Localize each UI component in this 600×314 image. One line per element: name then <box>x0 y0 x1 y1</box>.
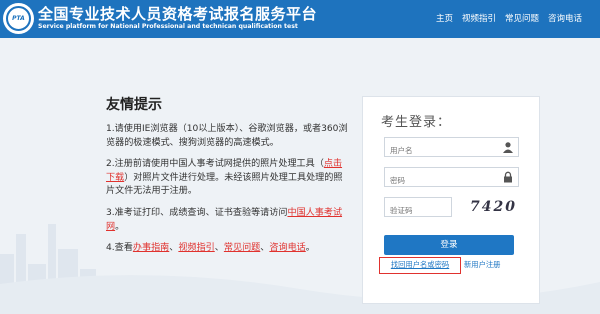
nav-video-guide[interactable]: 视频指引 <box>462 14 496 24</box>
notice-item-4-text: 4.查看 <box>106 243 133 254</box>
logo-text: PTA <box>12 15 25 22</box>
separator: 、 <box>214 243 224 254</box>
login-panel: 考生登录： 7420 登录 找回用户名或密码 新用户注册 <box>362 96 540 304</box>
find-username-password-link[interactable]: 找回用户名或密码 <box>379 257 461 274</box>
username-field[interactable] <box>384 137 519 160</box>
notice-item-2: 2.注册前请使用中国人事考试网提供的照片处理工具（点击下载）对照片文件进行处理。… <box>106 158 351 199</box>
notice-item-3-end: 。 <box>115 221 125 232</box>
notice-item-3: 3.准考证打印、成绩查询、证书查验等请访问中国人事考试网。 <box>106 207 351 234</box>
register-link[interactable]: 新用户注册 <box>464 260 500 270</box>
hotline-link[interactable]: 咨询电话 <box>269 243 305 253</box>
site-header: PTA 全国专业技术人员资格考试报名服务平台 Service platform … <box>0 0 600 38</box>
pta-logo: PTA <box>3 3 34 34</box>
nav-home[interactable]: 主页 <box>436 14 453 24</box>
separator: 、 <box>260 243 270 254</box>
notice-item-2-text-after: ）对照片文件进行处理。未经该照片处理工具处理的照片文件无法用于注册。 <box>106 172 343 197</box>
username-input[interactable] <box>385 141 518 160</box>
password-field[interactable] <box>384 167 519 190</box>
user-icon <box>503 142 513 153</box>
faq-link[interactable]: 常见问题 <box>224 243 260 253</box>
lock-icon <box>504 171 512 183</box>
notice-item-4: 4.查看办事指南、视频指引、常见问题、咨询电话。 <box>106 242 351 256</box>
captcha-row: 7420 <box>384 196 519 220</box>
notice-item-4-end: 。 <box>305 243 315 254</box>
login-button[interactable]: 登录 <box>384 235 514 255</box>
notice-item-3-text: 3.准考证打印、成绩查询、证书查验等请访问 <box>106 207 288 218</box>
nav-hotline[interactable]: 咨询电话 <box>548 14 582 24</box>
password-input[interactable] <box>385 171 518 190</box>
captcha-field[interactable] <box>384 197 452 220</box>
site-subtitle: Service platform for National Profession… <box>38 23 298 30</box>
site-title: 全国专业技术人员资格考试报名服务平台 <box>38 5 318 23</box>
captcha-image[interactable]: 7420 <box>456 196 518 218</box>
separator: 、 <box>169 243 179 254</box>
guide-link[interactable]: 办事指南 <box>133 243 169 253</box>
captcha-input[interactable] <box>385 201 451 220</box>
video-guide-link[interactable]: 视频指引 <box>178 243 214 253</box>
login-title: 考生登录： <box>381 115 452 130</box>
notice-item-1: 1.请使用IE浏览器（10以上版本）、谷歌浏览器，或者360浏览器的极速模式、搜… <box>106 124 348 148</box>
top-nav: 主页 视频指引 常见问题 咨询电话 <box>427 12 582 24</box>
notice-title: 友情提示 <box>106 97 162 113</box>
notice-item-2-text: 2.注册前请使用中国人事考试网提供的照片处理工具（ <box>106 159 324 170</box>
friendly-notice: 友情提示 1.请使用IE浏览器（10以上版本）、谷歌浏览器，或者360浏览器的极… <box>106 94 351 264</box>
nav-faq[interactable]: 常见问题 <box>505 14 539 24</box>
